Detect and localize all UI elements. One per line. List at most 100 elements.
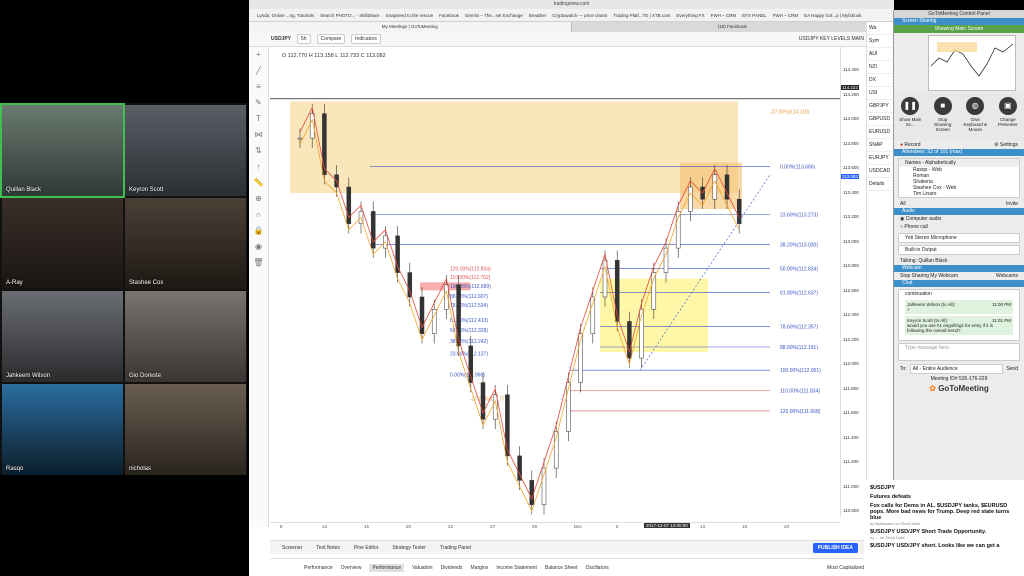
watchlist-symbol[interactable]: DX (867, 74, 894, 87)
webcam-tile[interactable]: Rasqo (2, 384, 123, 475)
show-button[interactable]: ❚❚ Show Main Sc... (897, 97, 923, 141)
fundamentals-tab[interactable]: Margins (471, 565, 489, 571)
bottom-tab[interactable]: Text Notes (316, 545, 340, 551)
webcam-tile[interactable]: Jahkeem Wilson (2, 291, 123, 382)
bookmark-link[interactable]: FWH – CRM (711, 13, 737, 18)
stop-webcam-button[interactable]: Stop Sharing My Webcam (900, 273, 958, 279)
crosshair-icon[interactable]: + (249, 47, 268, 63)
watchlist-symbol[interactable]: AUI (867, 48, 894, 61)
webcam-tile[interactable]: Quillan Black (0, 103, 125, 198)
webcam-header[interactable]: Webcam (894, 265, 1024, 272)
phone-call-option[interactable]: ○ Phone call (894, 223, 1024, 231)
computer-audio-option[interactable]: ◉ Computer audio (894, 215, 1024, 223)
magnet-icon[interactable]: ∩ (249, 207, 268, 223)
bookmark-link[interactable]: Cryptowatch — price charts (552, 13, 607, 18)
news-headline[interactable]: Fox calls for Dems in AL. $USDJPY tanks,… (870, 503, 1020, 521)
bottom-tab[interactable]: Trading Panel (440, 545, 471, 551)
webcam-tile[interactable]: Stashee Cox (125, 198, 246, 289)
fundamentals-tab[interactable]: Performance (369, 563, 405, 572)
watchlist-symbol[interactable]: Wa (867, 22, 894, 35)
fundamentals-tab[interactable]: Oscillators (585, 565, 608, 571)
chat-header[interactable]: Chat (894, 280, 1024, 287)
bookmark-link[interactable]: Snapseed to the rescue (386, 13, 434, 18)
symbol-field[interactable]: USDJPY (271, 36, 291, 42)
bottom-tab[interactable]: Screener (282, 545, 302, 551)
screen-sharing-header[interactable]: Screen Sharing (894, 18, 1024, 25)
interval-button[interactable]: 5h (297, 34, 311, 44)
watchlist-symbol[interactable]: EURUSD (867, 126, 894, 139)
prediction-icon[interactable]: ⇅ (249, 143, 268, 159)
invite-button[interactable]: Invite (1006, 201, 1018, 207)
audio-header[interactable]: Audio (894, 208, 1024, 215)
trash-icon[interactable]: 🗑 (249, 255, 268, 271)
watchlist-symbol[interactable]: NZI (867, 61, 894, 74)
bookmark-link[interactable]: Trading Platf...TE | XTB.com (613, 13, 670, 18)
send-button[interactable]: Send (1006, 366, 1018, 372)
lock-icon[interactable]: 🔒 (249, 223, 268, 239)
bookmark-link[interactable]: Search PHOTO... - SkillShare (320, 13, 379, 18)
bookmark-link[interactable]: Gemini – The...set Exchange (465, 13, 523, 18)
bookmark-link[interactable]: EFX PANEL (742, 13, 766, 18)
compare-button[interactable]: Compare (316, 34, 346, 44)
url-bar[interactable]: tradingview.com (249, 0, 894, 9)
bookmark-link[interactable]: Lynda: Online ...ng, Tutorials (257, 13, 314, 18)
output-select[interactable]: Built-in Output (898, 245, 1020, 255)
all-button[interactable]: All (900, 201, 906, 207)
bottom-tab[interactable]: Pine Editor (354, 545, 378, 551)
watchlist-symbol[interactable]: Details (867, 178, 894, 191)
chart-canvas[interactable]: 0.00%(113.666) 23.60%(113.273) 38.20%(113.… (270, 47, 840, 522)
bookmark-link[interactable]: FWH – CRM (773, 13, 799, 18)
bookmark-link[interactable]: Everything FX (676, 13, 704, 18)
watchlist-symbol[interactable]: Sym (867, 35, 894, 48)
attendee-sort[interactable]: Names - Alphabetically (899, 159, 1019, 167)
watchlist-symbol[interactable]: GBPUSD (867, 113, 894, 126)
webcams-select[interactable]: Webcams (996, 273, 1018, 279)
change-presenter-button[interactable]: ▣ Change Presenter (995, 97, 1021, 141)
pattern-icon[interactable]: ⋈ (249, 127, 268, 143)
stop-showing-button[interactable]: ■ Stop Showing Screen (930, 97, 956, 141)
watchlist-symbol[interactable]: EURJPY (867, 152, 894, 165)
fundamentals-tab[interactable]: Performance (304, 565, 333, 571)
most-capitalized-select[interactable]: Most Capitalized (827, 565, 864, 571)
watchlist-symbol[interactable]: GBPJPY (867, 100, 894, 113)
publish-idea-button[interactable]: PUBLISH IDEA (812, 542, 858, 553)
news-headline[interactable]: Futures defeats (870, 494, 1020, 500)
ruler-icon[interactable]: 📏 (249, 175, 268, 191)
trendline-icon[interactable]: ╱ (249, 63, 268, 79)
tab-facebook[interactable]: (18) Facebook (572, 22, 894, 32)
fundamentals-tab[interactable]: Dividends (441, 565, 463, 571)
chat-input[interactable]: Type message here. (898, 343, 1020, 361)
webcam-tile[interactable]: nicholas (125, 384, 246, 475)
watchlist-symbol[interactable]: USDCAD (867, 165, 894, 178)
settings-button[interactable]: ⚙ Settings (994, 142, 1018, 148)
recipient-select[interactable]: All - Entire Audience (909, 364, 1004, 374)
webcam-tile[interactable]: Gio Doreste (125, 291, 246, 382)
watchlist-symbol[interactable]: SNAP (867, 139, 894, 152)
watchlist-symbol[interactable]: USI (867, 87, 894, 100)
tab-gotomeeting[interactable]: My Meetings | GoToMeeting (249, 22, 572, 32)
news-headline[interactable]: $USDJPY USD/JPY short. Looks like we can… (870, 543, 1020, 549)
mic-select[interactable]: Yeti Stereo Microphone (898, 233, 1020, 243)
fundamentals-tab[interactable]: Income Statement (496, 565, 537, 571)
webcam-tile[interactable]: A-Ray (2, 198, 123, 289)
text-icon[interactable]: T (249, 111, 268, 127)
attendees-header[interactable]: Attendees: 22 of 101 (max) (894, 149, 1024, 156)
indicators-button[interactable]: Indicators (351, 34, 381, 44)
fundamentals-tab[interactable]: Valuation (412, 565, 432, 571)
news-headline[interactable]: $USDJPY (870, 485, 1020, 491)
bottom-tab[interactable]: Strategy Tester (392, 545, 426, 551)
fib-icon[interactable]: ≡ (249, 79, 268, 95)
attendee-item[interactable]: Tim Linaro (899, 191, 1019, 197)
give-keyboard-button[interactable]: ◍ Give Keyboard & Mouse (962, 97, 988, 141)
zoom-icon[interactable]: ⊕ (249, 191, 268, 207)
price-chart[interactable]: O 112.770 H 113.158 L 112.733 C 113.082 … (270, 47, 840, 527)
bookmark-link[interactable]: Facebook (439, 13, 459, 18)
bookmark-link[interactable]: EA Happy Gol...p | Myfxbook (804, 13, 861, 18)
arrow-icon[interactable]: ↑ (249, 159, 268, 175)
webcam-tile[interactable]: Keyron Scott (125, 105, 246, 196)
fundamentals-tab[interactable]: Overview (341, 565, 362, 571)
record-button[interactable]: ● Record (900, 142, 921, 148)
fundamentals-tab[interactable]: Balance Sheet (545, 565, 578, 571)
eye-icon[interactable]: ◉ (249, 239, 268, 255)
bookmark-link[interactable]: Breather (529, 13, 546, 18)
